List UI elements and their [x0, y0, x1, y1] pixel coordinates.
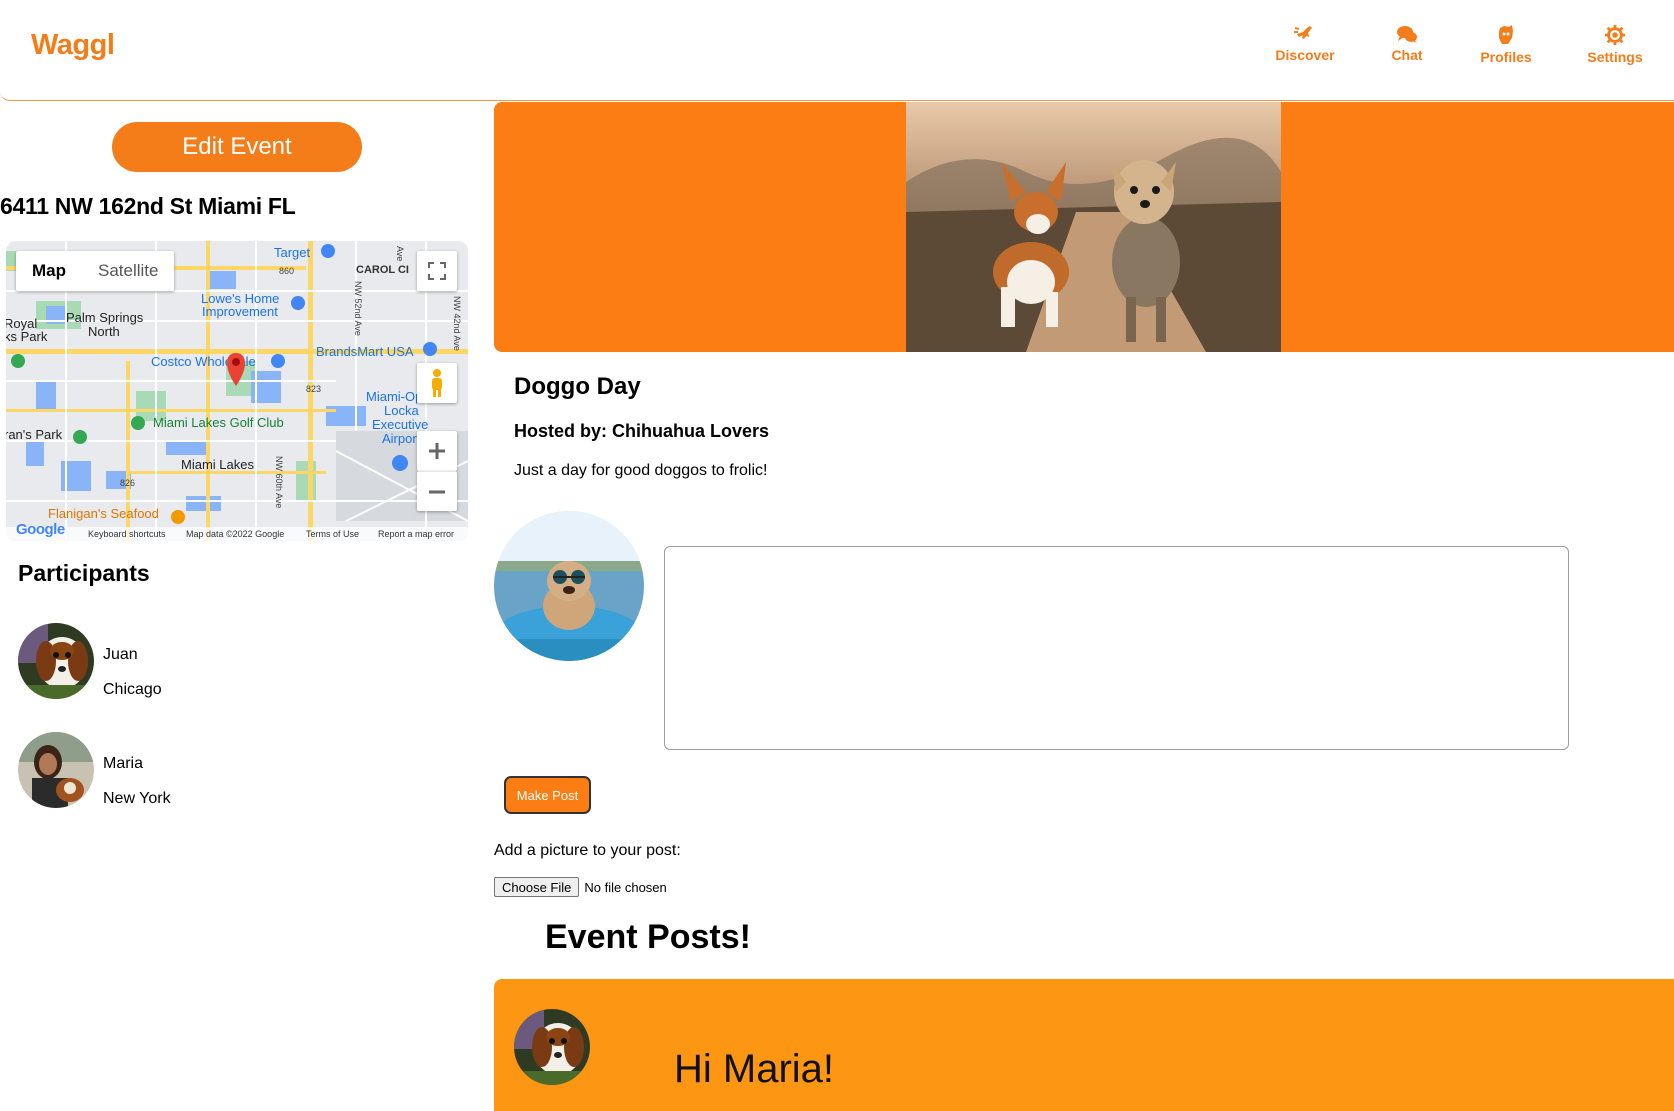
dog-running-icon — [1294, 26, 1312, 39]
event-title: Doggo Day — [514, 373, 641, 400]
map-label-brandsmart: BrandsMart USA — [316, 344, 414, 359]
map-label-ave: Ave — [395, 246, 405, 261]
nav-discover[interactable]: Discover — [1260, 24, 1350, 63]
file-input: Choose File No file chosen — [494, 877, 667, 897]
map-label-airport: Airport — [382, 431, 421, 446]
airport-poi-icon[interactable] — [392, 455, 408, 471]
nav-settings[interactable]: Settings — [1570, 24, 1660, 65]
post-text: Hi Maria! — [674, 1047, 835, 1091]
keyboard-shortcuts-link[interactable]: Keyboard shortcuts — [88, 529, 166, 539]
nav-discover-label: Discover — [1275, 47, 1335, 63]
google-logo[interactable]: Google — [16, 521, 65, 538]
map-data-attribution: Map data ©2022 Google — [186, 529, 285, 539]
participant-name: Maria — [103, 755, 144, 772]
nav-chat-label: Chat — [1391, 47, 1423, 63]
participant-avatar[interactable] — [18, 732, 94, 808]
event-photo — [906, 102, 1281, 352]
zoom-out-button[interactable] — [417, 471, 457, 511]
participant-item[interactable]: Maria New York — [18, 732, 318, 808]
brandsmart-poi-icon[interactable] — [423, 342, 437, 356]
restaurant-poi-icon[interactable] — [171, 510, 185, 524]
event-description: Just a day for good doggos to frolic! — [514, 462, 768, 479]
map-label-golf-club: Miami Lakes Golf Club — [153, 415, 284, 430]
app-logo[interactable]: Waggl — [31, 29, 115, 62]
map-label-locka: Locka — [384, 403, 419, 418]
chat-bubbles-icon — [1397, 26, 1417, 43]
post-author-avatar[interactable] — [514, 1009, 590, 1085]
edit-event-button[interactable]: Edit Event — [112, 122, 362, 172]
street-view-button[interactable] — [417, 363, 457, 403]
post-card: Hi Maria! — [494, 979, 1674, 1111]
event-banner — [494, 102, 1674, 352]
participant-city: Chicago — [103, 681, 162, 698]
map-footer: Keyboard shortcuts Map data ©2022 Google… — [6, 527, 468, 541]
minus-icon — [429, 490, 445, 493]
nav-settings-label: Settings — [1587, 49, 1643, 65]
participant-name: Juan — [103, 646, 138, 663]
lowes-poi-icon[interactable] — [291, 296, 305, 310]
map-label-target: Target — [274, 245, 311, 260]
event-address: 6411 NW 162nd St Miami FL — [0, 193, 296, 219]
park-poi-icon-2[interactable] — [73, 430, 87, 444]
map-label-826: 826 — [120, 478, 135, 488]
zoom-in-button[interactable] — [417, 431, 457, 471]
map-label-flanigans: Flanigan's Seafood — [48, 506, 159, 521]
report-map-error-link[interactable]: Report a map error — [378, 529, 454, 539]
map-label-52nd: NW 52nd Ave — [353, 281, 363, 336]
terms-of-use-link[interactable]: Terms of Use — [306, 529, 359, 539]
costco-poi-icon[interactable] — [271, 354, 285, 368]
nav-profiles[interactable]: Profiles — [1461, 24, 1551, 65]
file-status: No file chosen — [584, 879, 667, 895]
fullscreen-button[interactable] — [417, 251, 457, 291]
map-label-ks-park: ks Park — [6, 329, 48, 344]
pegman-icon — [432, 369, 442, 397]
nav-profiles-label: Profiles — [1480, 49, 1532, 65]
map-tab-map[interactable]: Map — [16, 251, 82, 291]
map-label-palm-springs: Palm Springs — [66, 310, 144, 325]
map-label-carol: CAROL CI — [356, 264, 409, 276]
map-label-860: 860 — [279, 266, 294, 276]
participant-item[interactable]: Juan Chicago — [18, 623, 318, 699]
current-user-avatar — [494, 511, 644, 661]
map-label-north: North — [88, 324, 120, 339]
map-label-miami-lakes: Miami Lakes — [181, 457, 254, 472]
map-label-42nd: NW 42nd Ave — [452, 296, 462, 351]
map-label-lowes-2: Improvement — [202, 304, 278, 319]
plus-icon — [429, 443, 445, 459]
nav-chat[interactable]: Chat — [1362, 24, 1452, 63]
top-nav-bar: Waggl Discover Chat Profiles Settings — [0, 0, 1674, 101]
map-label-823: 823 — [306, 384, 321, 394]
map-type-tabs: Map Satellite — [16, 251, 175, 291]
participant-avatar[interactable] — [18, 623, 94, 699]
map-tab-satellite[interactable]: Satellite — [82, 251, 174, 291]
participants-heading: Participants — [18, 560, 150, 586]
participant-city: New York — [103, 790, 171, 807]
gear-icon — [1604, 24, 1626, 46]
event-posts-heading: Event Posts! — [545, 918, 751, 956]
target-poi-icon[interactable] — [321, 244, 335, 258]
make-post-button[interactable]: Make Post — [504, 776, 591, 814]
choose-file-button[interactable]: Choose File — [494, 877, 580, 897]
map-label-rans-park: ran's Park — [6, 427, 63, 442]
park-poi-icon[interactable] — [11, 354, 25, 368]
event-map[interactable]: Target Lowe's Home Improvement Costco Wh… — [6, 241, 468, 541]
golf-poi-icon[interactable] — [131, 416, 145, 430]
post-text-input[interactable] — [664, 546, 1569, 750]
dog-head-icon — [1499, 25, 1513, 44]
add-picture-label: Add a picture to your post: — [494, 842, 681, 859]
map-label-60th: NW 60th Ave — [274, 456, 284, 508]
event-host: Hosted by: Chihuahua Lovers — [514, 421, 770, 441]
fullscreen-icon — [428, 262, 446, 280]
map-label-executive: Executive — [372, 417, 428, 432]
